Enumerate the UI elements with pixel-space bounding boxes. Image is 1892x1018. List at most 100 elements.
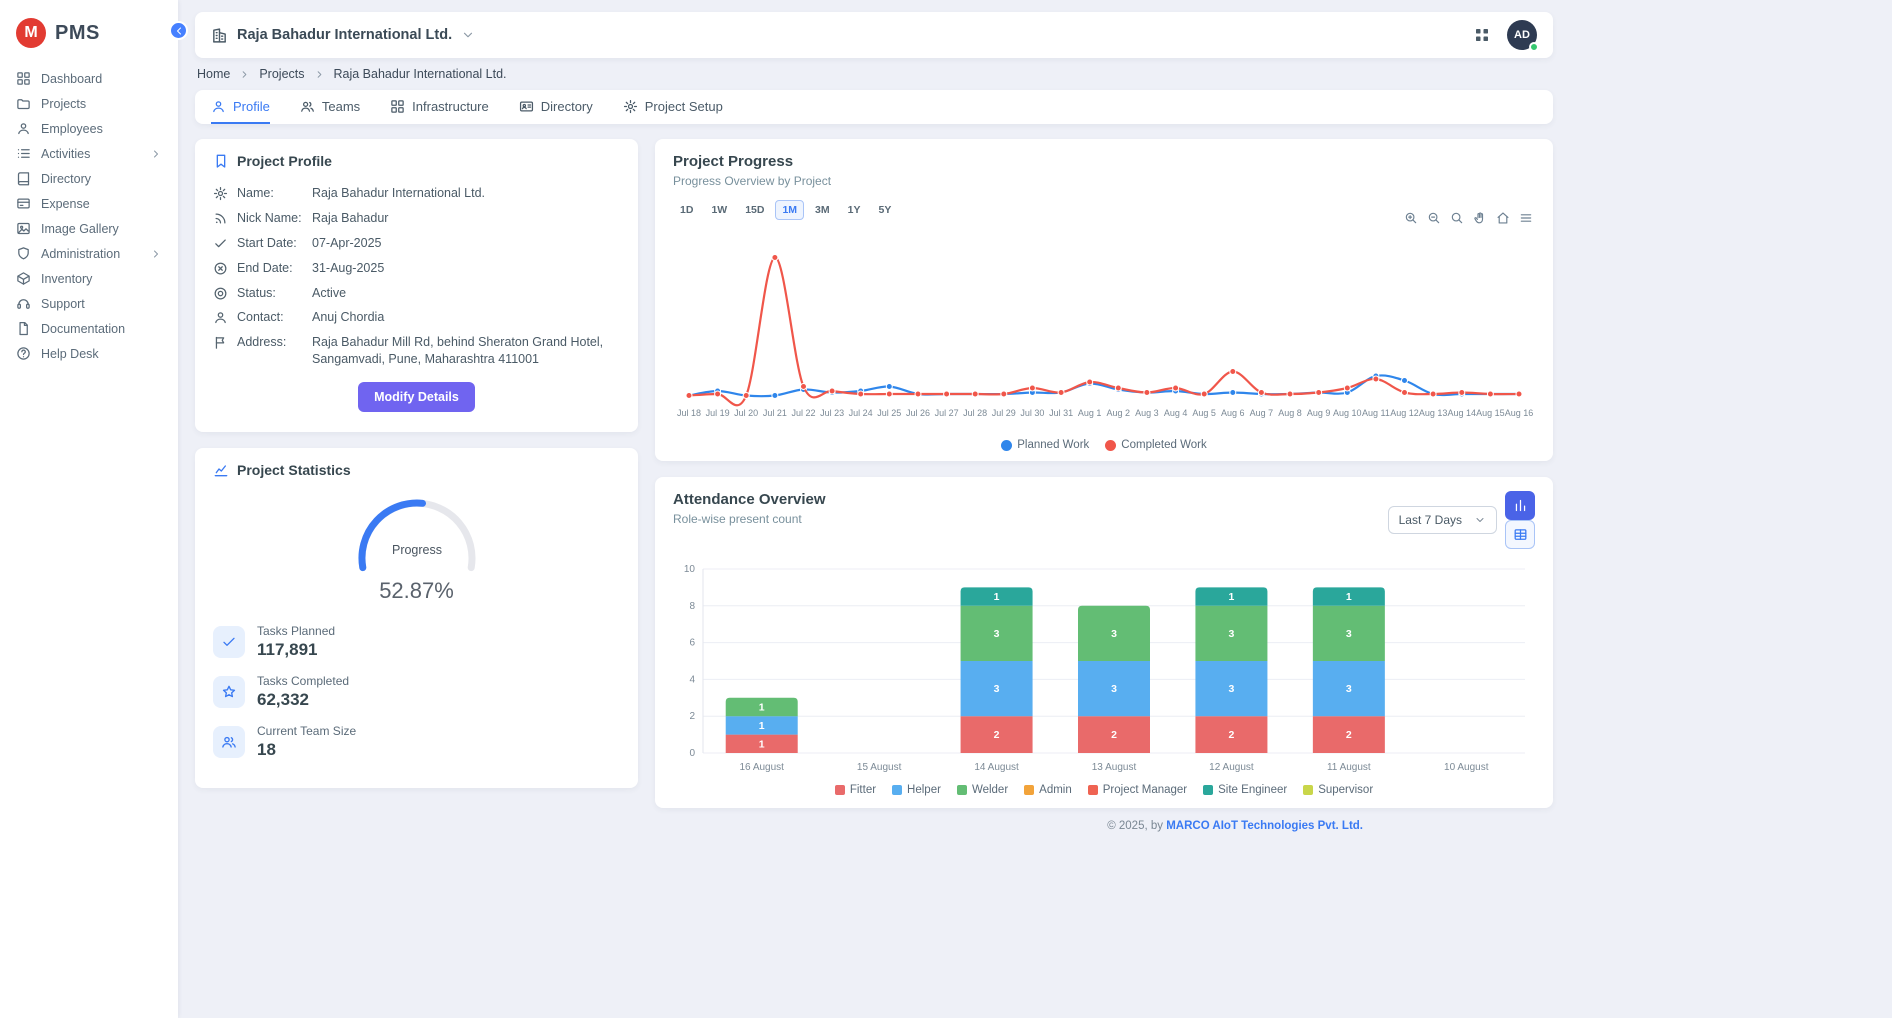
company-selector[interactable]: Raja Bahadur International Ltd. xyxy=(211,27,475,44)
legend-item-welder[interactable]: Welder xyxy=(957,784,1008,796)
svg-text:10: 10 xyxy=(684,564,696,575)
table-view-button[interactable] xyxy=(1505,520,1535,549)
legend-item-planned-work[interactable]: Planned Work xyxy=(1001,439,1089,451)
brand-logo[interactable]: M PMS xyxy=(0,12,178,66)
svg-text:3: 3 xyxy=(1346,683,1352,695)
zoom-out-icon[interactable] xyxy=(1427,211,1441,225)
tabs-bar: Profile Teams Infrastructure Directory P… xyxy=(195,90,1553,124)
legend-item-fitter[interactable]: Fitter xyxy=(835,784,876,796)
sidebar-item-inventory[interactable]: Inventory xyxy=(0,266,178,291)
legend-marker xyxy=(957,785,967,795)
svg-text:0: 0 xyxy=(689,748,695,759)
home-icon[interactable] xyxy=(1496,211,1510,225)
sidebar-item-employees[interactable]: Employees xyxy=(0,116,178,141)
sidebar-item-label: Directory xyxy=(41,172,91,186)
breadcrumb-item[interactable]: Projects xyxy=(259,67,304,81)
sidebar: M PMS Dashboard Projects Employees Activ… xyxy=(0,0,178,1018)
footer-company-link[interactable]: MARCO AIoT Technologies Pvt. Ltd. xyxy=(1166,820,1363,832)
sidebar-item-administration[interactable]: Administration xyxy=(0,241,178,266)
attendance-card-subtitle: Role-wise present count xyxy=(673,512,826,526)
bar-chart-area: 024681011116 August15 August233114 Augus… xyxy=(673,557,1535,784)
tab-directory[interactable]: Directory xyxy=(519,90,593,124)
sidebar-item-help-desk[interactable]: Help Desk xyxy=(0,341,178,366)
apps-grid-icon[interactable] xyxy=(1473,26,1491,44)
svg-text:3: 3 xyxy=(1111,628,1117,640)
profile-field-end-date: End Date: 31-Aug-2025 xyxy=(213,260,620,277)
svg-text:15 August: 15 August xyxy=(857,762,902,773)
breadcrumb-item: Raja Bahadur International Ltd. xyxy=(334,67,507,81)
name-icon xyxy=(213,186,228,201)
svg-text:Jul 30: Jul 30 xyxy=(1020,408,1044,418)
image-gallery-icon xyxy=(16,221,31,236)
legend-label: Project Manager xyxy=(1103,784,1187,796)
zoom-selection-icon[interactable] xyxy=(1450,211,1464,225)
bar-chart-icon xyxy=(1513,498,1528,513)
avatar[interactable]: AD xyxy=(1507,20,1537,50)
legend-item-helper[interactable]: Helper xyxy=(892,784,941,796)
stat-value: 18 xyxy=(257,740,356,760)
sidebar-item-activities[interactable]: Activities xyxy=(0,141,178,166)
chevron-down-icon xyxy=(1474,514,1486,526)
sidebar-item-image-gallery[interactable]: Image Gallery xyxy=(0,216,178,241)
stat-label: Current Team Size xyxy=(257,724,356,738)
table-icon xyxy=(1513,527,1528,542)
administration-icon xyxy=(16,246,31,261)
sidebar-item-label: Projects xyxy=(41,97,86,111)
tab-infrastructure[interactable]: Infrastructure xyxy=(390,90,489,124)
field-value: Anuj Chordia xyxy=(312,309,620,326)
tab-teams[interactable]: Teams xyxy=(300,90,360,124)
menu-icon[interactable] xyxy=(1519,211,1533,225)
legend-item-admin[interactable]: Admin xyxy=(1024,784,1072,796)
legend-item-completed-work[interactable]: Completed Work xyxy=(1105,439,1206,451)
building-icon xyxy=(211,27,228,44)
legend-item-supervisor[interactable]: Supervisor xyxy=(1303,784,1373,796)
legend-label: Welder xyxy=(972,784,1008,796)
range-1d-button[interactable]: 1D xyxy=(673,200,700,220)
legend-marker xyxy=(1088,785,1098,795)
progress-gauge: Progress xyxy=(342,488,492,578)
legend-marker xyxy=(1105,440,1116,451)
sidebar-collapse-button[interactable] xyxy=(169,21,188,40)
stat-label: Tasks Planned xyxy=(257,624,335,638)
legend-marker xyxy=(892,785,902,795)
range-15d-button[interactable]: 15D xyxy=(738,200,771,220)
footer: © 2025, by MARCO AIoT Technologies Pvt. … xyxy=(195,820,1553,832)
chevron-right-icon xyxy=(150,148,162,160)
range-1y-button[interactable]: 1Y xyxy=(841,200,868,220)
svg-text:1: 1 xyxy=(994,591,1000,603)
bar-view-button[interactable] xyxy=(1505,491,1535,520)
sidebar-item-dashboard[interactable]: Dashboard xyxy=(0,66,178,91)
pms-logo-icon: M xyxy=(16,18,46,48)
range-1m-button[interactable]: 1M xyxy=(775,200,804,220)
field-label: Address: xyxy=(237,334,303,351)
project-setup-tab-icon xyxy=(623,99,638,114)
legend-item-site-engineer[interactable]: Site Engineer xyxy=(1203,784,1287,796)
sidebar-item-expense[interactable]: Expense xyxy=(0,191,178,216)
range-5y-button[interactable]: 5Y xyxy=(871,200,898,220)
date-range-select[interactable]: Last 7 Days xyxy=(1388,506,1497,534)
svg-text:Aug 8: Aug 8 xyxy=(1278,408,1302,418)
range-3m-button[interactable]: 3M xyxy=(808,200,837,220)
project-progress-card: Project Progress Progress Overview by Pr… xyxy=(655,139,1553,461)
tab-profile[interactable]: Profile xyxy=(211,90,270,124)
range-1w-button[interactable]: 1W xyxy=(704,200,734,220)
sidebar-item-support[interactable]: Support xyxy=(0,291,178,316)
tab-project-setup[interactable]: Project Setup xyxy=(623,90,723,124)
sidebar-item-documentation[interactable]: Documentation xyxy=(0,316,178,341)
legend-marker xyxy=(1203,785,1213,795)
pan-icon[interactable] xyxy=(1473,211,1487,225)
field-value: Raja Bahadur xyxy=(312,210,620,227)
svg-text:3: 3 xyxy=(1111,683,1117,695)
legend-item-project-manager[interactable]: Project Manager xyxy=(1088,784,1187,796)
sidebar-item-projects[interactable]: Projects xyxy=(0,91,178,116)
line-chart-legend: Planned Work Completed Work xyxy=(673,439,1535,451)
modify-details-button[interactable]: Modify Details xyxy=(358,382,475,412)
sidebar-item-directory[interactable]: Directory xyxy=(0,166,178,191)
zoom-in-icon[interactable] xyxy=(1404,211,1418,225)
svg-text:Jul 27: Jul 27 xyxy=(935,408,959,418)
support-icon xyxy=(16,296,31,311)
field-label: End Date: xyxy=(237,260,303,277)
end-date-icon xyxy=(213,261,228,276)
svg-text:Aug 14: Aug 14 xyxy=(1448,408,1477,418)
breadcrumb-item[interactable]: Home xyxy=(197,67,230,81)
